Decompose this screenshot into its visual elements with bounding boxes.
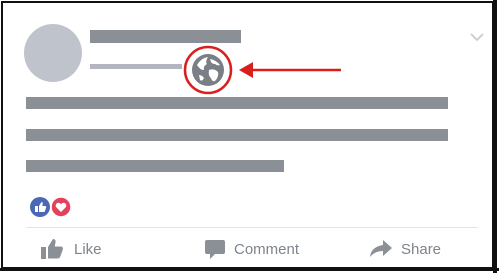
post-text-line-2	[26, 129, 448, 141]
annotation-arrow	[239, 62, 341, 78]
chevron-down-icon[interactable]	[470, 30, 484, 44]
post-text-line-3	[26, 160, 284, 172]
avatar[interactable]	[24, 24, 82, 82]
timestamp-placeholder	[90, 64, 182, 69]
like-reaction-icon	[30, 197, 50, 217]
comment-label: Comment	[234, 240, 300, 258]
thumbs-up-icon	[41, 239, 63, 259]
post-text-line-1	[26, 97, 448, 109]
share-label: Share	[401, 240, 442, 258]
share-button[interactable]: Share	[369, 236, 441, 262]
speech-bubble-icon	[205, 240, 225, 259]
globe-icon	[183, 45, 233, 95]
action-divider	[26, 227, 478, 228]
frame-border-right	[493, 0, 497, 273]
reaction-summary[interactable]	[29, 196, 79, 218]
like-label: Like	[74, 240, 102, 258]
frame-border-bottom	[0, 268, 499, 271]
audience-globe-icon[interactable]	[183, 45, 233, 95]
comment-button[interactable]: Comment	[204, 236, 299, 262]
author-name-placeholder[interactable]	[90, 30, 241, 43]
share-arrow-icon	[370, 240, 392, 257]
love-reaction-icon	[50, 196, 72, 218]
like-button[interactable]: Like	[40, 236, 102, 262]
